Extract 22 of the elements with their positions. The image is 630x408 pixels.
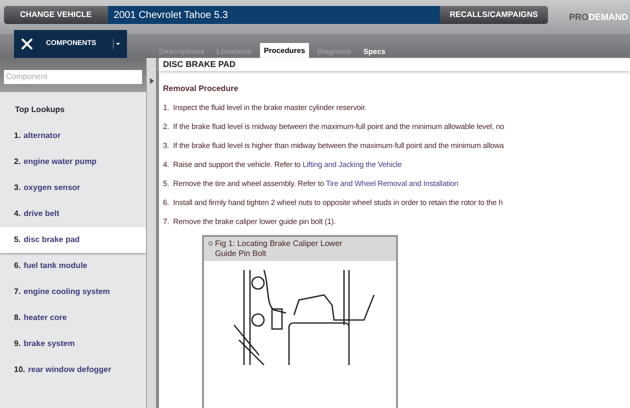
lookup-item[interactable]: 8. heater core — [0, 305, 146, 331]
zoom-icon[interactable] — [208, 240, 213, 246]
figure-caption: Fig 1: Locating Brake Caliper Lower Guide Pin Bolt — [215, 238, 344, 259]
vehicle-bar: 2001 Chevrolet Tahoe 5.3 — [108, 6, 440, 24]
component-search-field[interactable]: Component — [4, 70, 142, 84]
expand-arrow-icon[interactable] — [150, 78, 154, 84]
page-title: DISC BRAKE PAD — [159, 58, 630, 71]
lookup-item[interactable]: 3. oxygen sensor — [0, 175, 146, 201]
change-vehicle-button[interactable]: CHANGE VEHICLE — [4, 6, 108, 24]
lookup-item[interactable]: 6. fuel tank module — [0, 253, 146, 279]
lookup-item[interactable]: 2. engine water pump — [0, 149, 146, 175]
section-heading: Top Lookups — [14, 104, 66, 116]
recalls-button[interactable]: RECALLS/CAMPAIGNS — [440, 6, 548, 24]
caret-icon — [113, 39, 121, 49]
lookup-item[interactable]: 7. engine cooling system — [0, 279, 146, 305]
brand-logo: PRODEMAND — [568, 10, 628, 24]
section-heading: Removal Procedure — [163, 82, 240, 95]
lookup-item[interactable]: 5. disc brake pad — [0, 227, 146, 253]
lookup-item[interactable]: 10. rear window defogger — [0, 357, 146, 383]
lookup-item[interactable]: 9. brake system — [0, 331, 146, 357]
lookup-item[interactable]: 1. alternator — [0, 123, 146, 149]
lookup-item[interactable]: 4. drive belt — [0, 201, 146, 227]
